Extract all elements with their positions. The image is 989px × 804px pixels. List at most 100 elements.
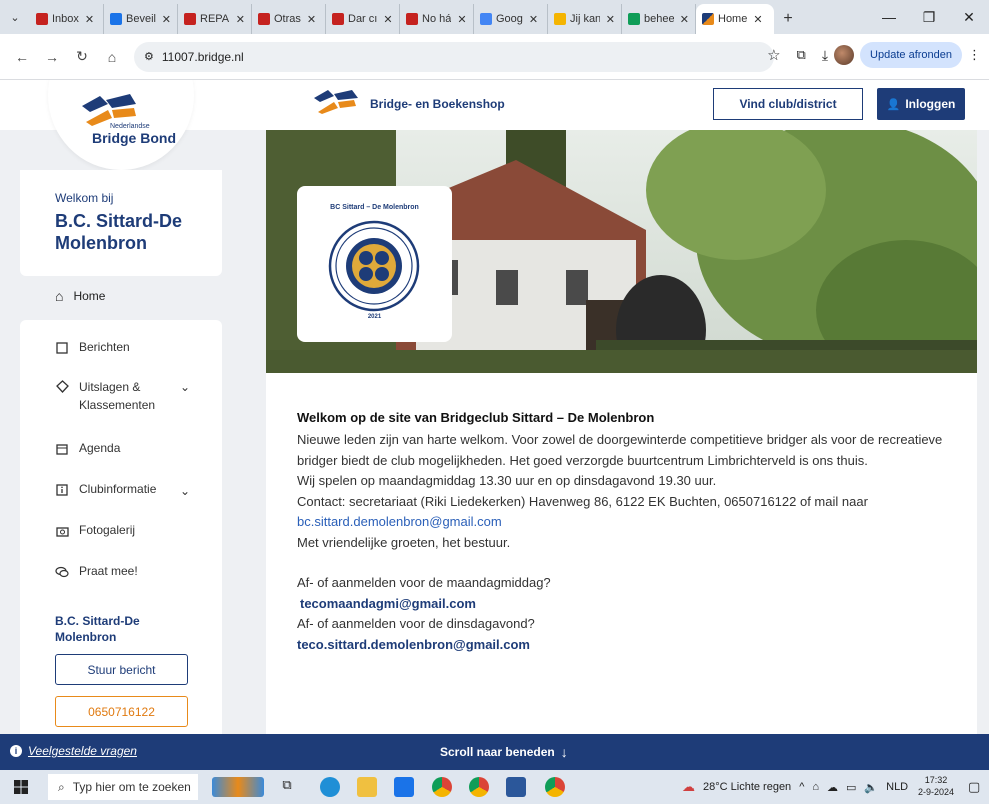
sidebar-item-label: Uitslagen & Klassementen [79,380,156,412]
home-icon[interactable]: ⌂ [98,43,126,71]
language-indicator[interactable]: NLD [886,781,908,793]
weather-text[interactable]: 28°C Lichte regen [703,781,791,793]
browser-toolbar: ← → ↻ ⌂ ⚙ 11007.bridge.nl ☆ ⧉ ⤓ Update a… [0,34,989,80]
browser-tab[interactable]: Otras ✕ [252,4,326,34]
site-info-icon[interactable]: ⚙ [144,50,154,63]
intro-paragraph: Nieuwe leden zijn van harte welkom. Voor… [297,432,943,468]
clock[interactable]: 17:32 2-9-2024 [918,774,954,798]
windows-start-icon[interactable] [14,780,28,794]
close-icon[interactable]: ✕ [529,13,538,26]
browser-tab[interactable]: REPAI ✕ [178,4,252,34]
restore-icon[interactable]: ❐ [909,0,949,34]
chevron-down-icon[interactable]: ⌄ [180,484,190,498]
store-icon[interactable] [394,777,414,797]
shop-link[interactable]: Bridge- en Boekenshop [370,97,505,111]
notification-icon[interactable]: ▢ [968,779,980,795]
close-icon[interactable]: ✕ [236,13,245,26]
edge-browser-icon[interactable] [320,777,340,797]
sidebar-item-label: Berichten [79,340,130,354]
task-view-icon[interactable]: ⧉ [277,777,297,797]
find-club-button[interactable]: Vind club/district [713,88,863,120]
sidebar-item-uitslagen[interactable]: Uitslagen & Klassementen ⌄ [55,378,195,414]
window-close-icon[interactable]: ✕ [949,0,989,34]
chrome-icon[interactable] [432,777,452,797]
logo-text: Bridge Bond [92,130,176,146]
tab-favicon-icon [480,13,492,25]
onedrive-icon[interactable]: ☁ [827,781,838,794]
close-icon[interactable]: ✕ [162,13,171,26]
sidebar-item-label: Fotogalerij [79,523,136,537]
badge-year: 2021 [367,314,382,320]
browser-tab[interactable]: Dar cı ✕ [326,4,400,34]
info-circle-icon: i [10,745,22,757]
sidebar-item-label: Agenda [79,441,121,455]
word-icon[interactable] [506,777,526,797]
contact-line: Contact: secretariaat (Riki Liedekerken)… [297,493,868,509]
web-page: Nederlandse Bridge Bond Bridge- en Boeke… [0,80,989,734]
close-icon[interactable]: ✕ [307,13,316,26]
close-icon[interactable]: ✕ [383,13,392,26]
sidebar-item-agenda[interactable]: Agenda [55,441,120,456]
close-icon[interactable]: ✕ [606,13,615,26]
chrome-profile-icon[interactable] [469,777,489,797]
browser-tab-strip: ⌄ Inbox ✕ Beveili ✕ REPAI ✕ Otras ✕ Dar cı ✕ No há… [0,0,989,34]
windows-taskbar: ⌕ Typ hier om te zoeken ⧉ ☁ 28°C Lichte … [0,770,989,804]
profile-avatar[interactable] [834,45,855,65]
content-body: Nieuwe leden zijn van harte welkom. Voor… [297,430,957,655]
sidebar-item-fotogalerij[interactable]: Fotogalerij [55,523,135,538]
clock-time: 17:32 [924,775,948,785]
extensions-icon[interactable]: ⧉ [797,47,806,63]
taskbar-search[interactable]: ⌕ Typ hier om te zoeken [48,774,198,800]
download-icon[interactable]: ⤓ [822,47,828,64]
scroll-down-button[interactable]: Scroll naar beneden ↓ [440,744,568,760]
chrome-second-icon[interactable] [545,777,565,797]
tuesday-email-link[interactable]: teco.sittard.demolenbron@gmail.com [297,635,957,656]
browser-tab[interactable]: No há ✕ [400,4,474,34]
reload-icon[interactable]: ↻ [68,43,96,71]
tab-label: Goog [496,13,523,25]
close-icon[interactable]: ✕ [85,13,94,26]
browser-tab[interactable]: Inbox ✕ [30,4,104,34]
minimize-icon[interactable]: — [869,0,909,34]
faq-link[interactable]: i Veelgestelde vragen [10,744,137,758]
update-button[interactable]: Update afronden [860,42,962,68]
greeting: Met vriendelijke groeten, het bestuur. [297,534,511,550]
tab-active[interactable]: Home ✕ [696,4,774,34]
network-icon[interactable]: ⌂ [812,781,819,793]
browser-tab[interactable]: Jij kan ✕ [548,4,622,34]
tab-label: Dar cı [348,13,378,25]
phone-button[interactable]: 0650716122 [55,696,188,727]
back-icon[interactable]: ← [8,43,36,71]
chevron-down-icon[interactable]: ⌄ [180,380,190,394]
sidebar-item-home[interactable]: ⌂ Home [55,288,105,304]
nbb-logo-icon[interactable] [78,92,138,126]
forward-icon[interactable]: → [38,43,66,71]
taskbar-widget-icon[interactable] [212,777,264,797]
monday-email-link[interactable]: tecomaandagmi@gmail.com [297,594,957,615]
sidebar-item-praat-mee[interactable]: Praat mee! [55,564,138,579]
bookmark-star-icon[interactable]: ☆ [767,46,780,64]
send-message-button[interactable]: Stuur bericht [55,654,188,685]
welcome-label: Welkom bij [55,191,114,205]
login-button[interactable]: 👤 Inloggen [877,88,965,120]
file-explorer-icon[interactable] [357,777,377,797]
browser-tab[interactable]: Beveili ✕ [104,4,178,34]
tab-search-button[interactable]: ⌄ [0,0,30,34]
shop-logo-icon[interactable] [312,88,360,116]
chevron-up-icon[interactable]: ^ [799,781,804,793]
tab-label: Jij kan [570,13,600,25]
close-icon[interactable]: ✕ [457,13,466,26]
browser-tab[interactable]: behee ✕ [622,4,696,34]
close-icon[interactable]: ✕ [680,13,689,26]
volume-icon[interactable]: 🔈 [864,781,878,794]
new-tab-button[interactable]: + [774,4,802,34]
address-bar[interactable]: ⚙ 11007.bridge.nl [134,41,774,72]
close-icon[interactable]: ✕ [753,13,762,26]
sidebar-item-berichten[interactable]: Berichten [55,340,130,355]
monitor-icon[interactable]: ▭ [846,781,856,794]
sidebar-item-clubinformatie[interactable]: Clubinformatie ⌄ [55,482,195,498]
menu-dots-icon[interactable]: ⋮ [968,47,981,63]
trophy-icon [55,379,69,393]
browser-tab[interactable]: Goog ✕ [474,4,548,34]
contact-email-link[interactable]: bc.sittard.demolenbron@gmail.com [297,512,957,533]
